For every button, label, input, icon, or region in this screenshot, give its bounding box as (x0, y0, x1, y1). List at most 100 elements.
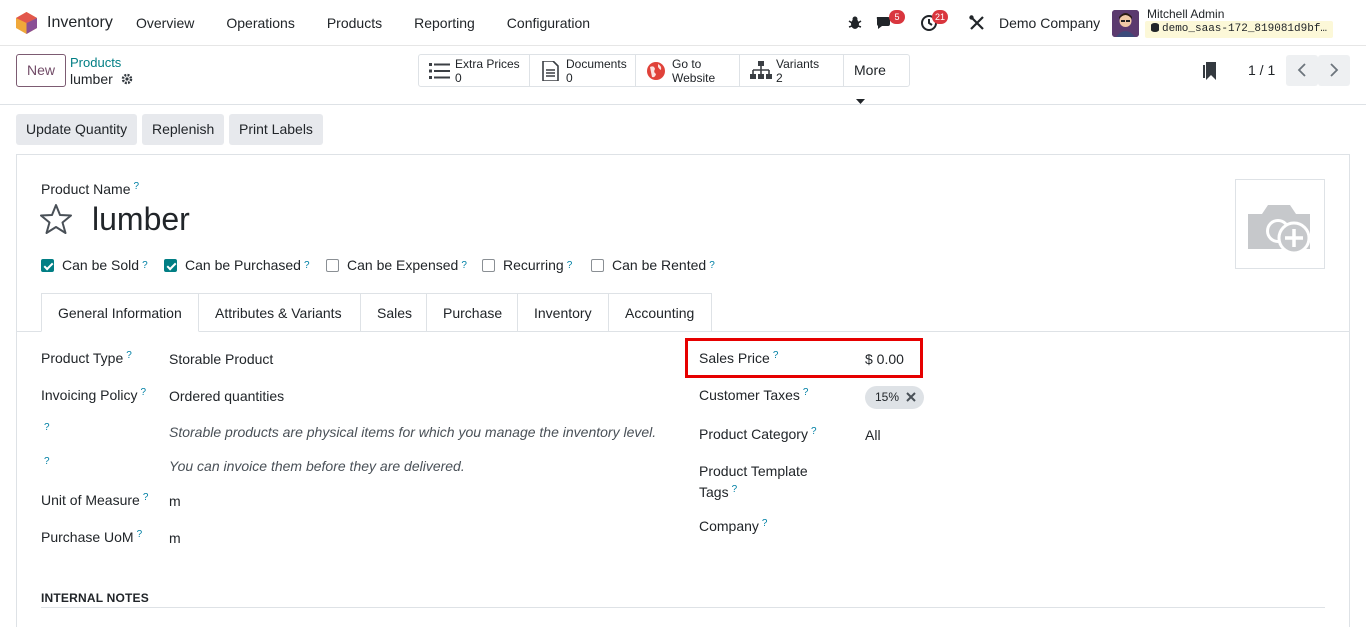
documents-count: 0 (566, 71, 573, 85)
inventory-app-icon[interactable] (16, 12, 37, 34)
document-icon (542, 61, 559, 81)
bug-icon[interactable] (846, 14, 864, 32)
invoicing-policy-label: Invoicing Policy? (41, 387, 147, 403)
menu-reporting[interactable]: Reporting (414, 15, 475, 31)
internal-notes-divider (41, 607, 1325, 608)
extra-prices-label: Extra Prices (455, 57, 520, 71)
product-name-label: Product Name? (41, 181, 140, 197)
database-tag: demo_saas-172_819081d9bf… (1145, 21, 1334, 38)
close-icon[interactable] (906, 392, 917, 402)
go-to-website-button[interactable]: Go to Website (636, 55, 740, 86)
form-tabs: General Information Attributes & Variant… (41, 293, 712, 332)
checkbox-unchecked[interactable] (482, 258, 495, 272)
globe-icon (647, 62, 665, 80)
pager-previous-button[interactable] (1286, 55, 1318, 86)
can-be-purchased-checkbox[interactable]: Can be Purchased? (164, 256, 310, 274)
help-icon: ? (566, 259, 573, 271)
help-icon: ? (303, 259, 310, 271)
checkbox-checked[interactable] (41, 258, 54, 272)
tools-icon[interactable] (968, 14, 986, 32)
customer-taxes-label: Customer Taxes? (699, 387, 809, 403)
tab-sales[interactable]: Sales (361, 293, 427, 332)
product-template-tags-label-2: Tags? (699, 484, 738, 500)
tab-purchase[interactable]: Purchase (427, 293, 518, 332)
help-icon: ? (802, 387, 809, 398)
pager-next-button[interactable] (1318, 55, 1350, 86)
sales-price-input[interactable]: $ 0.00 (865, 351, 904, 367)
variants-button[interactable]: Variants 2 (740, 55, 844, 86)
breadcrumb-current: lumber (70, 71, 113, 87)
recurring-checkbox[interactable]: Recurring? (482, 256, 572, 274)
menu-overview[interactable]: Overview (136, 15, 194, 31)
breadcrumb-products[interactable]: Products (70, 55, 121, 70)
go-to-label: Go to (672, 57, 702, 71)
bookmark-icon[interactable] (1203, 62, 1219, 80)
checkbox-label: Recurring (503, 257, 564, 273)
storable-hint: Storable products are physical items for… (169, 424, 657, 440)
print-labels-button[interactable]: Print Labels (229, 114, 323, 145)
help-icon: ? (44, 422, 50, 433)
new-button[interactable]: New (16, 54, 66, 87)
tab-general-information[interactable]: General Information (41, 293, 199, 332)
can-be-expensed-checkbox[interactable]: Can be Expensed? (326, 256, 467, 274)
extra-prices-count: 0 (455, 71, 462, 85)
variants-label: Variants (776, 57, 820, 71)
menu-operations[interactable]: Operations (226, 15, 294, 31)
chevron-right-icon (1330, 63, 1339, 77)
chevron-left-icon (1297, 63, 1306, 77)
product-image-upload[interactable] (1235, 179, 1325, 269)
extra-prices-button[interactable]: Extra Prices 0 (419, 55, 530, 86)
update-quantity-button[interactable]: Update Quantity (16, 114, 138, 145)
messages-badge: 5 (889, 10, 905, 24)
checkbox-label: Can be Rented (612, 257, 707, 273)
help-icon: ? (731, 484, 738, 495)
gear-icon[interactable] (121, 73, 133, 85)
user-avatar[interactable] (1112, 10, 1139, 37)
menu-configuration[interactable]: Configuration (507, 15, 590, 31)
replenish-button[interactable]: Replenish (142, 114, 225, 145)
tax-tag: 15% (865, 386, 925, 409)
product-category-field[interactable]: All (865, 427, 881, 443)
purchase-uom-field[interactable]: m (169, 530, 181, 546)
invoicing-policy-select[interactable]: Ordered quantities (169, 388, 284, 404)
app-name[interactable]: Inventory (47, 14, 113, 32)
tab-accounting[interactable]: Accounting (609, 293, 712, 332)
tab-inventory[interactable]: Inventory (518, 293, 609, 332)
help-icon: ? (461, 259, 467, 271)
checkbox-unchecked[interactable] (326, 258, 339, 272)
can-be-sold-checkbox[interactable]: Can be Sold? (41, 256, 148, 274)
unit-of-measure-field[interactable]: m (169, 493, 181, 509)
variants-count: 2 (776, 71, 783, 85)
checkbox-label: Can be Sold (62, 257, 140, 273)
tab-attributes-variants[interactable]: Attributes & Variants (199, 293, 361, 332)
star-favorite-icon[interactable] (40, 203, 72, 234)
checkbox-label: Can be Purchased (185, 257, 301, 273)
internal-notes-heading: INTERNAL NOTES (41, 591, 149, 605)
database-name: demo_saas-172_819081d9bf… (1162, 23, 1328, 35)
list-icon (429, 63, 450, 79)
sales-price-label: Sales Price? (699, 350, 779, 366)
product-type-select[interactable]: Storable Product (169, 351, 273, 367)
product-name-input[interactable]: lumber (92, 201, 190, 238)
control-panel-divider (0, 104, 1366, 105)
help-icon: ? (44, 456, 50, 467)
user-name[interactable]: Mitchell Admin (1147, 7, 1224, 21)
company-switcher[interactable]: Demo Company (999, 15, 1100, 31)
menu-products[interactable]: Products (327, 15, 382, 31)
checkbox-unchecked[interactable] (591, 258, 604, 272)
documents-button[interactable]: Documents 0 (530, 55, 636, 86)
database-icon (1151, 23, 1159, 32)
help-icon: ? (142, 492, 149, 503)
pager-value[interactable]: 1 / 1 (1248, 62, 1275, 78)
help-icon: ? (142, 259, 148, 271)
can-be-rented-checkbox[interactable]: Can be Rented? (591, 256, 715, 274)
checkbox-checked[interactable] (164, 258, 177, 272)
help-icon: ? (126, 350, 132, 361)
activities-badge: 21 (932, 10, 949, 24)
tax-tag-label: 15% (875, 390, 900, 404)
product-category-label: Product Category? (699, 426, 817, 442)
more-dropdown[interactable]: More (844, 55, 909, 104)
top-navbar: Inventory Overview Operations Products R… (0, 0, 1366, 46)
product-type-label: Product Type? (41, 350, 132, 366)
documents-label: Documents (566, 57, 627, 71)
